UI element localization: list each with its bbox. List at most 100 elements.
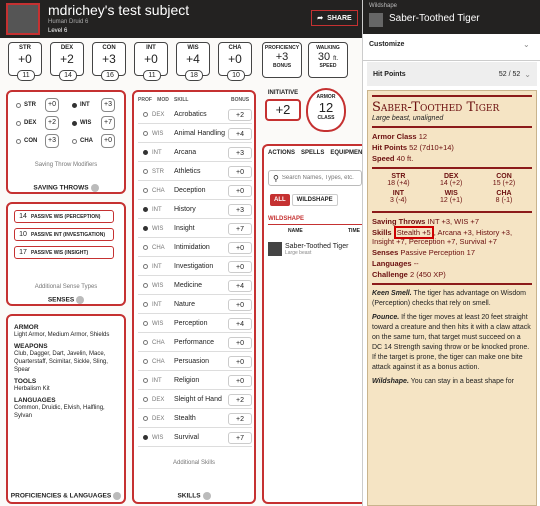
saves-label: Saving Throws	[372, 217, 426, 226]
save-label: INT	[80, 102, 90, 108]
creature-ability-label: STR	[391, 173, 406, 180]
skill-bonus: +0	[228, 241, 252, 254]
challenge-value: 2 (450 XP)	[409, 270, 446, 279]
save-row-str[interactable]: STR +0	[16, 98, 59, 112]
proficiency-dot-icon	[142, 283, 148, 288]
ability-box-int[interactable]: INT +0 11	[134, 42, 168, 81]
skill-row-medicine[interactable]: WIS Medicine +4	[138, 277, 252, 295]
creature-ability-value: 14 (+2)	[440, 180, 463, 187]
skill-mod: STR	[152, 168, 164, 175]
creature-speed: Speed 40 ft.	[372, 154, 532, 163]
trait-title: Pounce.	[372, 314, 400, 321]
filter-all[interactable]: ALL	[270, 194, 290, 206]
wildshape-section-title: WILDSHAPE	[268, 216, 304, 222]
skill-row-insight[interactable]: WIS Insight +7	[138, 220, 252, 238]
save-row-dex[interactable]: DEX +2	[16, 116, 59, 130]
creature-languages: Languages --	[372, 259, 532, 268]
skill-row-history[interactable]: INT History +3	[138, 201, 252, 219]
ability-modifier: +0	[144, 52, 158, 66]
senses-title: SENSES	[47, 296, 75, 304]
skill-row-survival[interactable]: WIS Survival +7	[138, 429, 252, 447]
skill-row-sleight-of-hand[interactable]: DEX Sleight of Hand +2	[138, 391, 252, 409]
info-icon[interactable]	[202, 492, 211, 500]
skill-row-persuasion[interactable]: CHA Persuasion +0	[138, 353, 252, 371]
skill-bonus: +0	[228, 355, 252, 368]
skill-row-acrobatics[interactable]: DEX Acrobatics +2	[138, 106, 252, 124]
skill-bonus: +4	[228, 317, 252, 330]
skill-mod: CHA	[152, 187, 165, 194]
sense-value: 10	[19, 231, 27, 238]
ability-score: 18	[185, 70, 203, 81]
search-input[interactable]	[281, 175, 361, 181]
save-row-int[interactable]: INT +3	[72, 98, 115, 112]
skill-row-athletics[interactable]: STR Athletics +0	[138, 163, 252, 181]
character-name: mdrichey's test subject	[48, 2, 190, 18]
creature-ac: Armor Class 12	[372, 132, 532, 141]
proficiency-bonus-box: PROFICIENCY +3 BONUS	[262, 42, 302, 78]
customize-toggle[interactable]: Customize	[369, 41, 404, 48]
creature-ability-label: CHA	[496, 190, 512, 197]
creature-saves: Saving Throws INT +3, WIS +7	[372, 217, 532, 226]
chevron-down-icon[interactable]: ⌄	[523, 40, 530, 49]
proficiency-cell	[138, 378, 152, 383]
skill-mod: WIS	[152, 320, 164, 327]
skills-label: Skills	[372, 228, 392, 237]
skill-mod: DEX	[152, 111, 165, 118]
tab-spells[interactable]: SPELLS	[301, 150, 324, 156]
skill-row-arcana[interactable]: INT Arcana +3	[138, 144, 252, 162]
ability-box-con[interactable]: CON +3 16	[92, 42, 126, 81]
share-button[interactable]: ➦ SHARE	[311, 10, 358, 26]
skill-name: History	[174, 206, 196, 213]
wildshape-item[interactable]: Saber-Toothed Tiger Large beast	[268, 238, 362, 260]
skill-row-animal-handling[interactable]: WIS Animal Handling +4	[138, 125, 252, 143]
info-icon[interactable]	[90, 184, 99, 192]
speed-unit: ft.	[333, 56, 339, 62]
skill-row-religion[interactable]: INT Religion +0	[138, 372, 252, 390]
ability-label: WIS	[187, 45, 199, 51]
tab-actions[interactable]: ACTIONS	[268, 150, 295, 156]
skill-row-investigation[interactable]: INT Investigation +0	[138, 258, 252, 276]
skill-name: Stealth	[174, 415, 196, 422]
proficiency-dot-icon	[16, 102, 21, 108]
skill-row-perception[interactable]: WIS Perception +4	[138, 315, 252, 333]
ability-modifier: +0	[228, 52, 242, 66]
skills-rest: , Arcana +3, History +3, Insight +7, Per…	[372, 228, 513, 246]
skills-header-skill: SKILL	[174, 97, 189, 103]
proficiency-heading: TOOLS	[14, 378, 37, 385]
creature-ability-value: 8 (-1)	[495, 197, 513, 204]
skill-row-stealth[interactable]: DEX Stealth +2	[138, 410, 252, 428]
passive-sense-row: 14 PASSIVE WIS (PERCEPTION)	[14, 210, 114, 223]
ability-box-dex[interactable]: DEX +2 14	[50, 42, 84, 81]
armor-class-shield[interactable]: ARMOR 12 CLASS	[306, 88, 346, 132]
filter-wildshape[interactable]: WILDSHAPE	[291, 194, 338, 206]
character-header: mdrichey's test subject Human Druid 6 Le…	[0, 0, 362, 38]
save-row-wis[interactable]: WIS +7	[72, 116, 115, 130]
proficiency-cell	[138, 245, 152, 250]
chevron-down-icon[interactable]: ⌄	[524, 70, 531, 79]
proficiency-value: +3	[275, 51, 289, 63]
ability-box-str[interactable]: STR +0 11	[8, 42, 42, 81]
skill-name: Performance	[174, 339, 215, 346]
info-icon[interactable]	[113, 492, 122, 500]
skills-header-mod: MOD	[157, 97, 169, 103]
skill-row-nature[interactable]: INT Nature +0	[138, 296, 252, 314]
hit-points-bar[interactable]: Hit Points 52 / 52 ⌄	[367, 62, 537, 86]
skill-row-deception[interactable]: CHA Deception +0	[138, 182, 252, 200]
skill-mod: INT	[152, 263, 162, 270]
skill-name: Persuasion	[174, 358, 210, 365]
ability-box-wis[interactable]: WIS +4 18	[176, 42, 210, 81]
ability-label: DEX	[60, 45, 74, 51]
skill-name: Religion	[174, 377, 200, 384]
skill-row-intimidation[interactable]: CHA Intimidation +0	[138, 239, 252, 257]
tab-equipment[interactable]: EQUIPMENT	[330, 150, 366, 156]
avatar[interactable]	[6, 3, 40, 35]
save-row-con[interactable]: CON +3	[16, 134, 59, 148]
save-row-cha[interactable]: CHA +0	[72, 134, 115, 148]
initiative-value[interactable]: +2	[265, 99, 301, 121]
ability-score: 10	[227, 70, 245, 81]
ability-box-cha[interactable]: CHA +0 10	[218, 42, 252, 81]
proficiency-cell	[138, 340, 152, 345]
info-icon[interactable]	[76, 296, 85, 304]
skill-row-performance[interactable]: CHA Performance +0	[138, 334, 252, 352]
skill-mod: CHA	[152, 358, 165, 365]
